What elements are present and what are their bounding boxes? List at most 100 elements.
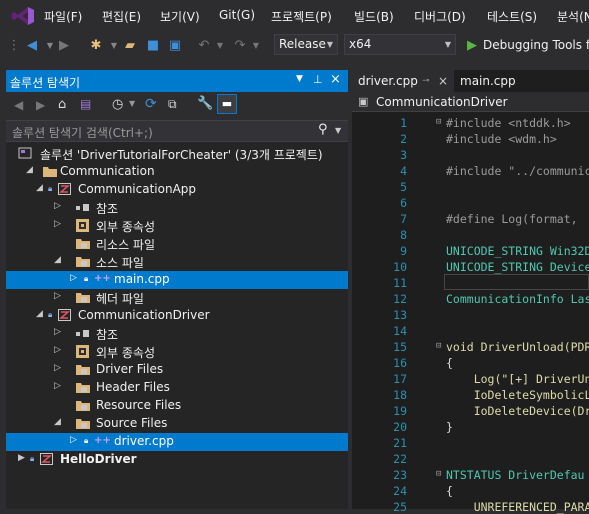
menu-build[interactable]: 빌드(B) [354, 8, 394, 25]
tree-item-external-deps[interactable]: ▷ 외부 종속성 [6, 343, 348, 361]
tree-item-label: Header Files [96, 380, 170, 394]
solution-platform-select[interactable]: x64 ▼ [344, 34, 456, 55]
collapsed-arrow-icon[interactable]: ▷ [54, 201, 61, 211]
fold-toggle-icon[interactable]: ⊟ [436, 469, 441, 479]
collapsed-arrow-icon[interactable]: ▷ [70, 273, 77, 283]
search-icon[interactable]: ⚲ [318, 122, 328, 137]
filter-folder-icon [76, 363, 90, 376]
sync-icon[interactable]: ⟳ [145, 96, 157, 112]
redo-dropdown-icon[interactable]: ▼ [248, 38, 264, 54]
menu-debug[interactable]: 디버그(D) [414, 8, 466, 25]
collapse-all-icon[interactable]: ⧉ [168, 97, 177, 112]
expanded-arrow-icon[interactable]: ◢ [36, 309, 43, 319]
tree-item-references[interactable]: ▷ 참조 [6, 199, 348, 217]
expanded-arrow-icon[interactable]: ◢ [54, 255, 61, 265]
pin-icon[interactable]: ⊸ [422, 70, 430, 92]
tree-item-external-deps[interactable]: ▷ 외부 종속성 [6, 217, 348, 235]
preview-selected-items-icon[interactable]: ▬ [217, 94, 237, 114]
collapsed-arrow-icon[interactable]: ▶ [18, 453, 25, 463]
menu-edit[interactable]: 편집(E) [102, 8, 141, 25]
back-icon[interactable]: ◀ [24, 38, 40, 54]
open-folder-icon[interactable]: ▰ [122, 38, 138, 54]
tree-item-label: driver.cpp [114, 434, 174, 448]
chevron-down-icon: ▼ [444, 40, 451, 49]
tree-item-driver-files[interactable]: ▷ Driver Files [6, 361, 348, 379]
start-debugging-button[interactable]: Debugging Tools fo [483, 38, 589, 52]
expanded-arrow-icon[interactable]: ◢ [36, 183, 43, 193]
tree-item-label: Source Files [96, 416, 168, 430]
tree-item-header-files[interactable]: ▷ Header Files [6, 379, 348, 397]
properties-wrench-icon[interactable]: 🔧 [197, 96, 213, 111]
redo-icon[interactable]: ↷ [232, 38, 248, 54]
external-deps-icon [76, 345, 90, 358]
forward-icon[interactable]: ▶ [36, 98, 45, 112]
line-number: 22 [393, 452, 407, 466]
forward-icon[interactable]: ▶ [56, 38, 72, 54]
menu-test[interactable]: 테스트(S) [487, 8, 537, 25]
tree-item-references[interactable]: ▷ 참조 [6, 325, 348, 343]
line-number: 12 [393, 292, 407, 306]
search-options-dropdown-icon[interactable]: ▼ [335, 126, 341, 135]
menu-view[interactable]: 보기(V) [160, 8, 200, 25]
tree-item-resource-files[interactable]: Resource Files [6, 397, 348, 415]
configuration-value: Release [279, 37, 326, 51]
start-debugging-icon[interactable]: ▶ [464, 38, 480, 54]
tab-driver-cpp[interactable]: driver.cpp ⊸ × [352, 70, 452, 92]
pin-icon[interactable]: ⊥ [313, 73, 323, 86]
home-icon[interactable]: ⌂ [58, 97, 66, 112]
line-number: 15 [393, 340, 407, 354]
tree-item-hellodriver[interactable]: ▶ 🔒︎ HelloDriver [6, 451, 348, 469]
save-icon[interactable]: ■ [145, 38, 161, 54]
window-position-dropdown-icon[interactable]: ▼ [296, 74, 303, 84]
save-all-icon[interactable]: ▣ [167, 38, 183, 54]
close-icon[interactable]: × [438, 70, 448, 92]
tree-item-solution[interactable]: 솔루션 'DriverTutorialForCheater' (3/3개 프로젝… [6, 145, 348, 163]
tree-item-label: 참조 [96, 328, 119, 342]
tab-main-cpp[interactable]: main.cpp [454, 70, 589, 92]
visual-studio-logo-icon[interactable] [12, 7, 34, 25]
project-scope-dropdown[interactable]: CommunicationDriver [376, 95, 508, 109]
expanded-arrow-icon[interactable]: ◢ [26, 165, 33, 175]
back-icon[interactable]: ◀ [14, 98, 23, 112]
code-line: IoDeleteSymbolicL [446, 388, 589, 402]
code-line: { [446, 356, 453, 370]
collapsed-arrow-icon[interactable]: ▷ [54, 345, 61, 355]
menu-analyze[interactable]: 분석(N) [557, 8, 589, 25]
tree-item-communication[interactable]: ◢ Communication [6, 163, 348, 181]
solution-configuration-select[interactable]: Release ▼ [274, 34, 338, 55]
tree-item-main-cpp[interactable]: ▷ 🔒︎ ++ main.cpp [6, 271, 348, 289]
menu-file[interactable]: 파일(F) [44, 8, 82, 25]
line-number: 21 [393, 436, 407, 450]
tree-item-resource-files[interactable]: 리소스 파일 [6, 235, 348, 253]
fold-toggle-icon[interactable]: ⊟ [436, 341, 441, 351]
tree-item-driver-cpp[interactable]: ▷ 🔒︎ ++ driver.cpp [6, 433, 348, 451]
collapsed-arrow-icon[interactable]: ▷ [54, 219, 61, 229]
tree-item-communicationapp[interactable]: ◢ 🔒︎ CommunicationApp [6, 181, 348, 199]
tree-item-source-files[interactable]: ◢ 소스 파일 [6, 253, 348, 271]
folder-icon [43, 165, 57, 178]
filter-dropdown-icon[interactable]: ▼ [129, 99, 135, 108]
new-item-icon[interactable]: ✱ [88, 38, 104, 54]
tree-item-source-files[interactable]: ◢ Source Files [6, 415, 348, 433]
tree-item-communicationdriver[interactable]: ◢ 🔒︎ CommunicationDriver [6, 307, 348, 325]
chevron-down-icon: ▼ [326, 40, 333, 49]
close-icon[interactable]: × [330, 72, 341, 87]
expanded-arrow-icon[interactable]: ◢ [54, 417, 61, 427]
collapsed-arrow-icon[interactable]: ▷ [54, 327, 61, 337]
collapsed-arrow-icon[interactable]: ▷ [54, 363, 61, 373]
line-number: 10 [393, 260, 407, 274]
collapsed-arrow-icon[interactable]: ▷ [54, 381, 61, 391]
menu-project[interactable]: 프로젝트(P) [271, 8, 332, 25]
undo-icon[interactable]: ↶ [196, 38, 212, 54]
line-number: 8 [400, 228, 407, 242]
menu-git[interactable]: Git(G) [219, 8, 255, 22]
tree-item-header-files[interactable]: ▷ 헤더 파일 [6, 289, 348, 307]
project-scope-icon: ▣ [358, 95, 369, 108]
switch-views-icon[interactable]: ▤ [80, 97, 91, 111]
new-item-dropdown-icon[interactable]: ▼ [106, 38, 122, 54]
collapsed-arrow-icon[interactable]: ▷ [54, 291, 61, 301]
pending-changes-filter-icon[interactable]: ◷ [112, 97, 123, 112]
fold-toggle-icon[interactable]: ⊟ [436, 117, 441, 127]
collapsed-arrow-icon[interactable]: ▷ [70, 435, 77, 445]
undo-dropdown-icon[interactable]: ▼ [212, 38, 228, 54]
